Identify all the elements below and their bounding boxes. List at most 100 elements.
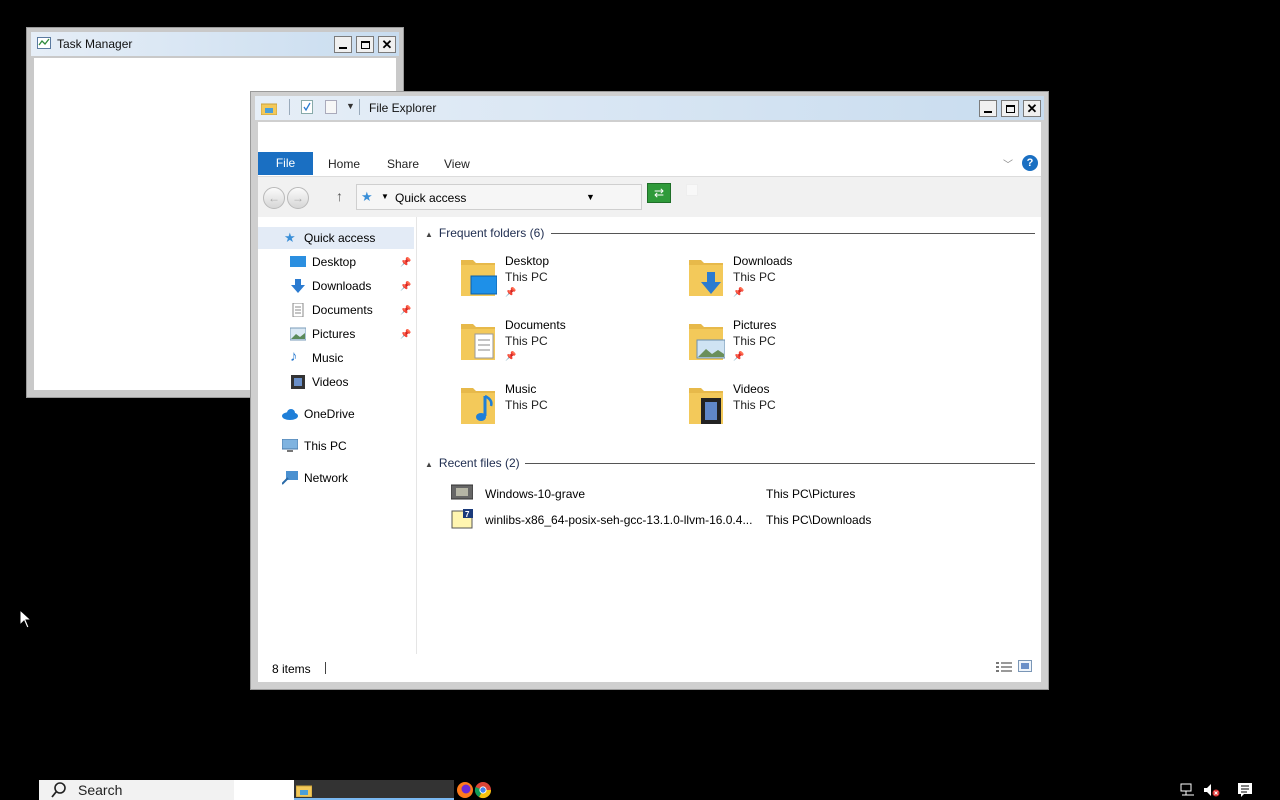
item-count: 8 items (272, 662, 311, 676)
back-button[interactable]: ← (263, 187, 285, 209)
pin-icon: 📌 (505, 351, 517, 361)
maximize-button[interactable] (356, 36, 374, 53)
details-view-icon[interactable] (996, 661, 1012, 673)
pictures-folder-icon (689, 324, 725, 360)
expand-ribbon-icon[interactable]: ﹀ (1003, 156, 1013, 171)
explorer-icon (261, 103, 277, 115)
task-manager-icon (37, 37, 51, 49)
taskbar-file-explorer[interactable] (294, 780, 454, 800)
pin-icon: 📌 (505, 287, 517, 297)
nav-downloads[interactable]: Downloads 📌 (290, 275, 414, 297)
nav-music[interactable]: ♪ Music (290, 347, 414, 369)
tab-share[interactable]: Share (387, 154, 419, 174)
network-icon (282, 471, 298, 485)
firefox-icon[interactable] (456, 781, 474, 799)
file-explorer-titlebar[interactable]: ▼ File Explorer ✕ (255, 96, 1044, 120)
nav-pictures[interactable]: Pictures 📌 (290, 323, 414, 345)
help-icon[interactable]: ? (1022, 155, 1038, 171)
cloud-icon (282, 409, 298, 420)
pin-icon: 📌 (733, 351, 745, 361)
notifications-icon[interactable] (1237, 782, 1253, 798)
videos-icon (291, 375, 305, 389)
volume-muted-icon[interactable] (1203, 783, 1221, 797)
documents-folder-icon (461, 324, 495, 360)
task-view-button[interactable] (234, 780, 294, 800)
recent-file-row[interactable]: Windows-10-grave This PC\Pictures (451, 483, 1011, 505)
new-folder-icon[interactable] (325, 100, 337, 114)
folder-tile-desktop[interactable]: Desktop This PC 📌 (459, 254, 669, 314)
search-box[interactable] (686, 184, 698, 196)
tab-view[interactable]: View (444, 154, 470, 174)
collapse-arrow-icon: ▲ (425, 230, 433, 239)
breadcrumb-chevron-icon[interactable]: ▼ (381, 192, 389, 201)
address-dropdown-icon[interactable]: ▼ (586, 192, 595, 202)
mouse-cursor-icon (19, 609, 33, 629)
taskbar: Search (0, 780, 1280, 800)
nav-desktop[interactable]: Desktop 📌 (290, 251, 414, 273)
network-status-icon[interactable] (1180, 783, 1196, 797)
navigation-bar: ← → ↑ ★ ▼ Quick access ▼ ⇄ (258, 176, 1041, 218)
file-explorer-client: File Home Share View ﹀ ? ← → ↑ ★ ▼ Quick… (258, 122, 1041, 682)
star-icon: ★ (361, 189, 373, 204)
tab-home[interactable]: Home (328, 154, 360, 174)
tab-file[interactable]: File (258, 152, 313, 175)
status-bar: 8 items (258, 654, 1041, 682)
up-arrow-icon[interactable]: ↑ (336, 188, 343, 204)
close-button[interactable]: ✕ (378, 36, 396, 53)
folder-tile-pictures[interactable]: Pictures This PC 📌 (687, 318, 897, 378)
collapse-arrow-icon: ▲ (425, 460, 433, 469)
window-title: Task Manager (57, 37, 133, 51)
forward-button[interactable]: → (287, 187, 309, 209)
music-folder-icon (461, 388, 495, 424)
file-explorer-window[interactable]: ▼ File Explorer ✕ File Home Share View ﹀… (250, 91, 1049, 690)
nav-this-pc[interactable]: This PC (282, 435, 414, 457)
close-button[interactable]: ✕ (1023, 100, 1041, 117)
address-text: Quick access (395, 191, 467, 205)
folder-tile-videos[interactable]: Videos This PC (687, 382, 897, 442)
folder-tile-downloads[interactable]: Downloads This PC 📌 (687, 254, 897, 314)
7zip-archive-icon: 7 (451, 509, 473, 529)
pictures-icon (290, 327, 306, 341)
desktop-icon (290, 256, 306, 267)
folder-tile-music[interactable]: Music This PC (459, 382, 669, 442)
chrome-icon[interactable] (474, 781, 492, 799)
nav-videos[interactable]: Videos (290, 371, 414, 393)
nav-onedrive[interactable]: OneDrive (282, 403, 414, 425)
nav-network[interactable]: Network (282, 467, 414, 489)
minimize-button[interactable] (979, 100, 997, 117)
recent-files-header[interactable]: ▲ Recent files (2) (425, 454, 520, 472)
downloads-icon (291, 279, 305, 293)
task-manager-titlebar[interactable]: Task Manager ✕ (31, 32, 399, 56)
taskbar-search-box[interactable]: Search (39, 780, 234, 800)
documents-icon (292, 303, 304, 317)
pin-icon: 📌 (400, 305, 412, 315)
refresh-button[interactable]: ⇄ (647, 183, 671, 203)
pin-icon: 📌 (400, 257, 412, 267)
pin-icon: 📌 (400, 281, 412, 291)
window-title: File Explorer (369, 101, 437, 115)
maximize-button[interactable] (1001, 100, 1019, 117)
folder-tile-documents[interactable]: Documents This PC 📌 (459, 318, 669, 378)
star-icon: ★ (284, 230, 296, 245)
start-button[interactable] (0, 780, 38, 800)
content-pane: ▲Frequent folders (6) Desktop This PC 📌 (417, 217, 1041, 654)
minimize-button[interactable] (334, 36, 352, 53)
nav-quick-access[interactable]: ★ Quick access (258, 227, 414, 249)
nav-documents[interactable]: Documents 📌 (290, 299, 414, 321)
large-icons-view-icon[interactable] (1018, 660, 1032, 672)
pin-icon: 📌 (733, 287, 745, 297)
svg-text:7: 7 (465, 510, 470, 519)
videos-folder-icon (689, 388, 723, 424)
computer-icon (282, 439, 298, 452)
address-bar[interactable]: ★ ▼ Quick access ▼ (356, 184, 642, 210)
search-icon (51, 782, 66, 798)
explorer-icon (296, 785, 312, 797)
music-icon: ♪ (290, 348, 298, 365)
pin-icon: 📌 (400, 329, 412, 339)
properties-icon[interactable] (301, 100, 313, 114)
ribbon-tabs: File Home Share View ﹀ ? (258, 152, 1041, 175)
frequent-folders-header[interactable]: ▲ Frequent folders (6) (425, 224, 544, 242)
customize-qat-icon[interactable]: ▼ (346, 101, 355, 111)
recent-file-row[interactable]: 7 winlibs-x86_64-posix-seh-gcc-13.1.0-ll… (451, 509, 1011, 531)
desktop-folder-icon (461, 260, 497, 296)
